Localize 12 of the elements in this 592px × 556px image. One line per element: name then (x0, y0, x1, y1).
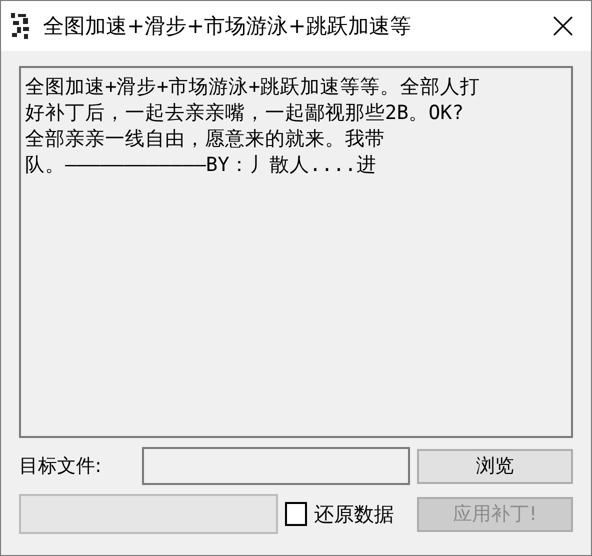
message-line: 全部亲亲一线自由，愿意来的就来。我带 (25, 126, 386, 152)
close-icon (552, 15, 574, 37)
browse-button[interactable]: 浏览 (417, 448, 573, 484)
window-title: 全图加速+滑步+市场游泳+跳跃加速等 (43, 13, 412, 40)
message-line: 全图加速+滑步+市场游泳+跳跃加速等等。全部人打 (25, 74, 482, 100)
restore-checkbox[interactable] (285, 502, 307, 526)
message-line: 好补丁后，一起去亲亲嘴，一起鄙视那些2B。OK? (25, 100, 465, 126)
file-path-field[interactable] (142, 447, 410, 485)
message-line: 队。————————————BY：丿散人....进 (25, 152, 378, 178)
message-box[interactable]: 全图加速+滑步+市场游泳+跳跃加速等等。全部人打 好补丁后，一起去亲亲嘴，一起鄙视那些2B。OK? 全部亲亲一线自由，愿意来的就来。我带 队。————————————BY：丿散人....进 (19, 66, 573, 438)
target-file-label: 目标文件: (19, 454, 102, 479)
restore-label: 还原数据 (314, 500, 394, 528)
